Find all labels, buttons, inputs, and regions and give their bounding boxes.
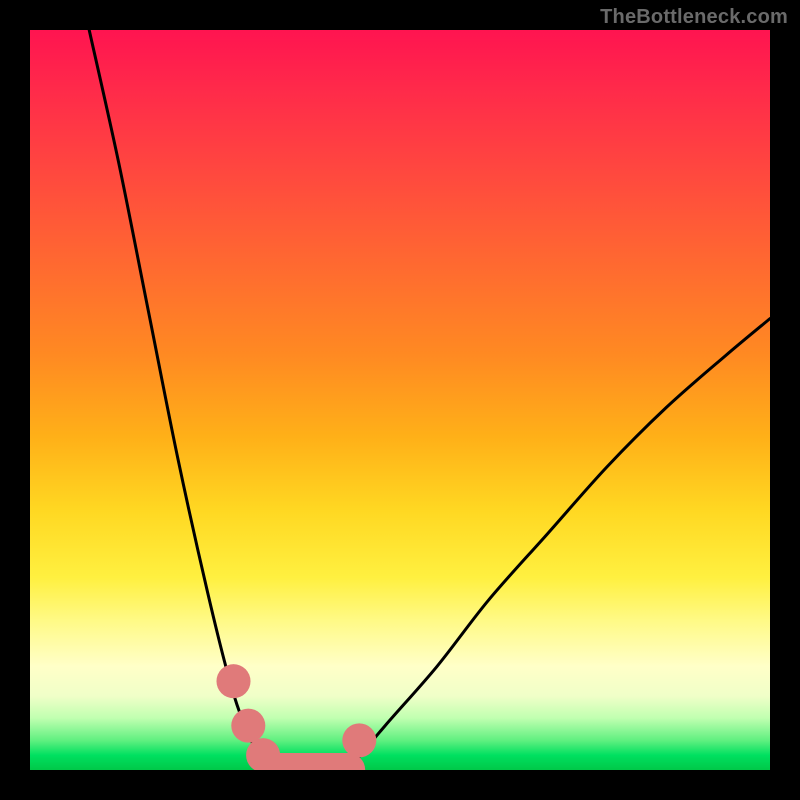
right-marker-1 (342, 723, 376, 757)
chart-frame: TheBottleneck.com (0, 0, 800, 800)
left-marker-2 (231, 709, 265, 743)
plot-area (30, 30, 770, 770)
left-marker-1 (216, 664, 250, 698)
watermark-text: TheBottleneck.com (600, 6, 788, 29)
bottleneck-curve (89, 30, 770, 770)
curve-layer (30, 30, 770, 770)
